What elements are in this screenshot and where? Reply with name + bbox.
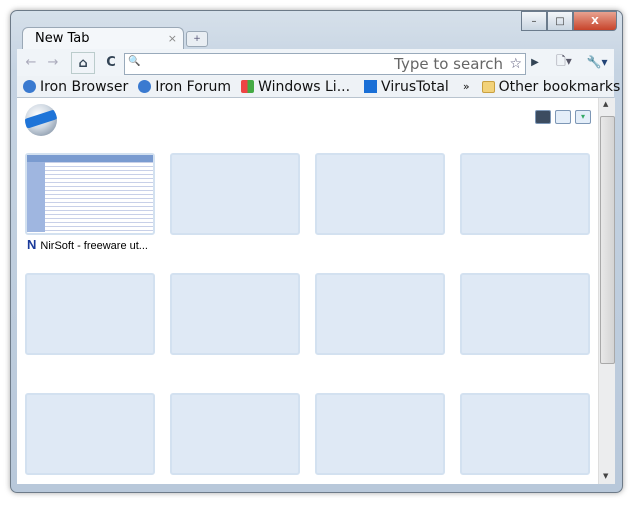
- bookmarks-bar: Iron Browser Iron Forum Windows Li... Vi…: [17, 76, 620, 98]
- iron-logo: [25, 104, 57, 136]
- iron-icon: [138, 80, 152, 93]
- thumbnail-slot[interactable]: [170, 273, 300, 355]
- bookmark-windows-live[interactable]: Windows Li...: [241, 79, 350, 95]
- nirsoft-icon: N: [27, 237, 37, 252]
- scrollbar[interactable]: ▲ ▼: [598, 98, 615, 484]
- options-menu-button[interactable]: ▾: [575, 110, 591, 124]
- thumbnail-slot[interactable]: [460, 273, 590, 355]
- omnibox-placeholder: Type to search: [394, 55, 503, 73]
- thumbnail-slot[interactable]: [315, 393, 445, 475]
- iron-icon: [23, 80, 36, 93]
- scroll-down-icon[interactable]: ▼: [603, 472, 608, 480]
- scroll-up-icon[interactable]: ▲: [603, 100, 608, 108]
- bookmarks-overflow-button[interactable]: »: [463, 80, 470, 93]
- reload-button[interactable]: C: [101, 52, 121, 72]
- maximize-button[interactable]: □: [547, 11, 573, 31]
- new-tab-button[interactable]: +: [186, 31, 208, 47]
- thumbnail-slot[interactable]: [170, 393, 300, 475]
- home-button[interactable]: ⌂: [71, 52, 95, 74]
- thumbnail-slot[interactable]: [25, 273, 155, 355]
- omnibox[interactable]: 🔍 Type to search ☆: [124, 53, 526, 75]
- virustotal-icon: [364, 80, 378, 93]
- search-icon: 🔍: [128, 56, 141, 67]
- thumbnail-slot[interactable]: [460, 393, 590, 475]
- thumbnail-slot[interactable]: [315, 273, 445, 355]
- tab-close-icon[interactable]: ×: [168, 32, 177, 45]
- list-view-button[interactable]: [555, 110, 571, 124]
- other-bookmarks[interactable]: Other bookmarks: [481, 79, 620, 95]
- thumbnail-slot[interactable]: [170, 153, 300, 235]
- bookmark-iron-forum[interactable]: Iron Forum: [138, 79, 231, 95]
- wrench-menu-button[interactable]: 🔧▾: [583, 52, 611, 72]
- tab-title: New Tab: [35, 31, 90, 46]
- new-tab-page: ▾ N NirSoft - freeware ut...: [17, 98, 598, 484]
- thumbnail-slot[interactable]: [25, 153, 155, 235]
- minimize-button[interactable]: –: [521, 11, 547, 31]
- tab-new-tab[interactable]: New Tab ×: [22, 27, 184, 50]
- folder-icon: [481, 80, 495, 93]
- star-icon[interactable]: ☆: [509, 54, 522, 74]
- thumbnail-view-button[interactable]: [535, 110, 551, 124]
- thumbnail-title[interactable]: N NirSoft - freeware ut...: [27, 237, 148, 252]
- thumbnail-slot[interactable]: [315, 153, 445, 235]
- page-menu-button[interactable]: 🗋▾: [551, 52, 577, 72]
- thumbnail-slot[interactable]: [460, 153, 590, 235]
- close-button[interactable]: X: [573, 11, 617, 31]
- go-button[interactable]: ▶: [525, 52, 545, 72]
- back-button[interactable]: ←: [21, 52, 41, 72]
- scrollbar-thumb[interactable]: [600, 116, 615, 364]
- forward-button[interactable]: →: [43, 52, 63, 72]
- bookmark-iron-browser[interactable]: Iron Browser: [23, 79, 128, 95]
- windows-icon: [241, 80, 255, 93]
- thumbnail-slot[interactable]: [25, 393, 155, 475]
- bookmark-virustotal[interactable]: VirusTotal: [364, 79, 449, 95]
